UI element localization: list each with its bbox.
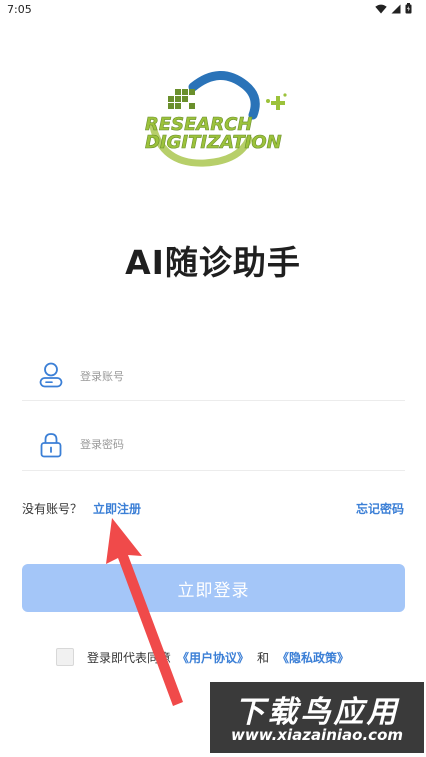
logo-text-line2: DIGITIZATION <box>145 132 282 153</box>
user-agreement-link[interactable]: 《用户协议》 <box>177 649 249 666</box>
wifi-icon <box>375 4 387 13</box>
battery-icon <box>405 3 412 14</box>
register-link[interactable]: 立即注册 <box>93 500 141 517</box>
agreement-and: 和 <box>257 650 270 665</box>
status-bar: 7:05 <box>0 0 426 20</box>
agreement-row: 登录即代表同意 《用户协议》 和 《隐私政策》 <box>56 648 349 666</box>
watermark-url: www.xiazainiao.com <box>230 726 404 744</box>
no-account-text: 没有账号？ <box>22 502 83 516</box>
status-time: 7:05 <box>7 3 32 16</box>
lock-icon <box>40 433 62 458</box>
signal-icon <box>391 4 401 13</box>
privacy-policy-link[interactable]: 《隐私政策》 <box>277 649 349 666</box>
password-field[interactable] <box>22 420 405 471</box>
login-button[interactable]: 立即登录 <box>22 564 405 612</box>
account-field[interactable] <box>22 350 405 401</box>
agreement-checkbox[interactable] <box>56 648 74 666</box>
watermark-title: 下载鸟应用 <box>234 695 400 730</box>
status-icons <box>375 3 412 14</box>
app-title: AI随诊助手 <box>125 243 301 282</box>
agreement-prefix: 登录即代表同意 <box>87 650 172 665</box>
login-screen: 7:05 RESEARCH DIGITIZATION AI随诊助手 登录账号 没… <box>0 0 426 757</box>
forgot-password-link[interactable]: 忘记密码 <box>356 500 404 517</box>
password-input[interactable] <box>78 430 382 458</box>
research-digitization-logo: RESEARCH DIGITIZATION <box>145 71 287 167</box>
account-input[interactable] <box>78 362 382 390</box>
user-icon <box>39 362 63 388</box>
watermark: 下载鸟应用 www.xiazainiao.com <box>210 682 424 753</box>
